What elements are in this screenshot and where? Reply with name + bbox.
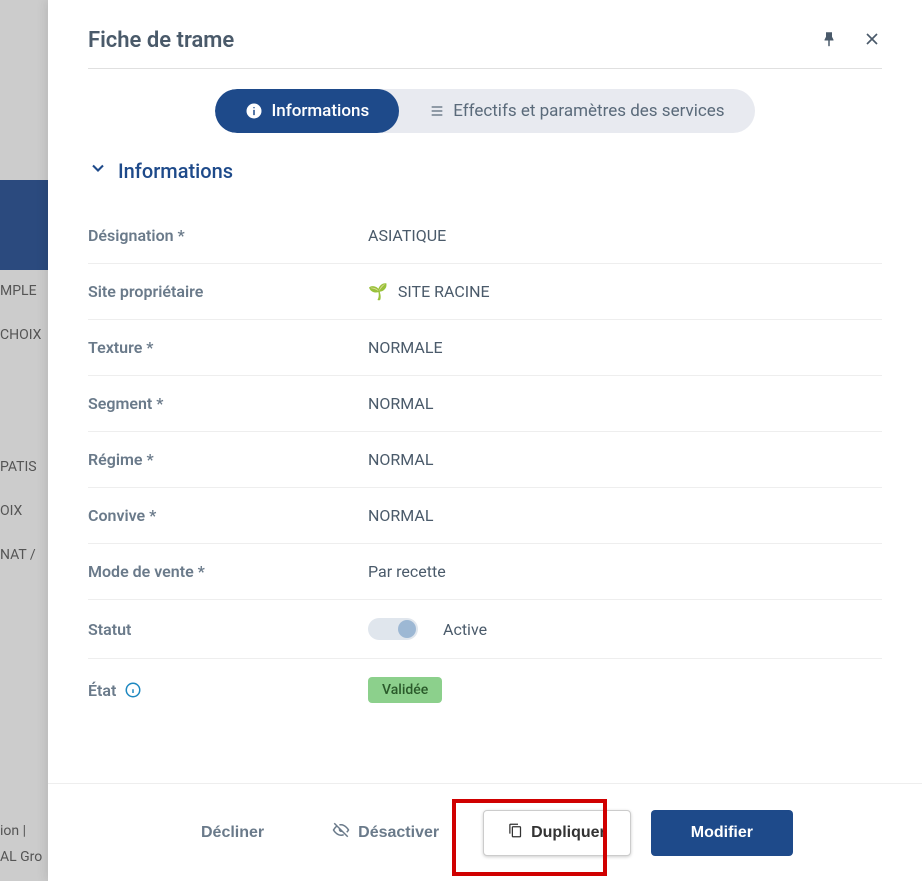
field-statut: Statut Active bbox=[88, 600, 882, 659]
section-informations-header[interactable]: Informations bbox=[88, 158, 882, 183]
tab-informations[interactable]: Informations bbox=[215, 89, 399, 133]
tab-label: Effectifs et paramètres des services bbox=[453, 101, 724, 121]
section-title: Informations bbox=[118, 159, 233, 183]
decline-button[interactable]: Décliner bbox=[177, 812, 288, 854]
info-icon[interactable] bbox=[124, 681, 142, 699]
bg-list-item: CHOIX bbox=[0, 327, 41, 343]
status-badge: Validée bbox=[368, 677, 442, 703]
modal-title: Fiche de trame bbox=[88, 28, 234, 53]
tab-label: Informations bbox=[271, 101, 369, 121]
eye-off-icon bbox=[332, 821, 350, 844]
field-value: NORMAL bbox=[368, 506, 433, 525]
modal-footer: Décliner Désactiver Dupliquer Modifier bbox=[48, 783, 922, 881]
bg-list-item: OIX bbox=[0, 503, 22, 519]
field-label: Désignation * bbox=[88, 226, 368, 245]
modal-header: Fiche de trame bbox=[48, 0, 922, 68]
field-label: Segment * bbox=[88, 394, 368, 413]
field-value: ASIATIQUE bbox=[368, 226, 446, 245]
tab-effectifs[interactable]: Effectifs et paramètres des services bbox=[399, 89, 754, 133]
field-convive: Convive * NORMAL bbox=[88, 488, 882, 544]
deactivate-button[interactable]: Désactiver bbox=[308, 809, 463, 856]
field-site-proprietaire: Site propriétaire 🌱 SITE RACINE bbox=[88, 264, 882, 320]
duplicate-button[interactable]: Dupliquer bbox=[483, 810, 631, 856]
info-icon bbox=[245, 102, 263, 120]
seedling-icon: 🌱 bbox=[368, 282, 388, 301]
statut-toggle[interactable] bbox=[368, 618, 418, 640]
field-label: Statut bbox=[88, 620, 368, 639]
chevron-down-icon bbox=[88, 158, 108, 183]
modify-button[interactable]: Modifier bbox=[651, 810, 793, 856]
bg-list-item: NAT / bbox=[0, 547, 36, 563]
copy-icon bbox=[508, 823, 523, 843]
fiche-trame-modal: Fiche de trame Informations Effect bbox=[48, 0, 922, 881]
field-label: État bbox=[88, 681, 116, 700]
field-etat: État Validée bbox=[88, 659, 882, 721]
field-texture: Texture * NORMALE bbox=[88, 320, 882, 376]
field-label: Régime * bbox=[88, 450, 368, 469]
field-value: NORMAL bbox=[368, 394, 433, 413]
field-regime: Régime * NORMAL bbox=[88, 432, 882, 488]
close-icon[interactable] bbox=[862, 29, 882, 53]
bg-list-item: PATIS bbox=[0, 459, 37, 475]
field-label: Mode de vente * bbox=[88, 562, 368, 581]
field-value: SITE RACINE bbox=[398, 282, 490, 301]
field-value: Par recette bbox=[368, 562, 446, 581]
field-value: NORMALE bbox=[368, 338, 443, 357]
list-icon bbox=[429, 103, 445, 119]
field-designation: Désignation * ASIATIQUE bbox=[88, 208, 882, 264]
modal-content-scroll[interactable]: Informations Désignation * ASIATIQUE Sit… bbox=[48, 158, 922, 783]
bg-footer: ion | bbox=[0, 823, 26, 839]
field-mode-vente: Mode de vente * Par recette bbox=[88, 544, 882, 600]
field-label: Texture * bbox=[88, 338, 368, 357]
field-segment: Segment * NORMAL bbox=[88, 376, 882, 432]
pin-icon[interactable] bbox=[820, 30, 838, 52]
field-value: NORMAL bbox=[368, 450, 433, 469]
bg-footer: AL Gro bbox=[0, 849, 42, 865]
field-label: Convive * bbox=[88, 506, 368, 525]
bg-list-item: MPLE bbox=[0, 283, 37, 299]
tabs-container: Informations Effectifs et paramètres des… bbox=[215, 89, 754, 133]
field-value: Active bbox=[443, 620, 487, 639]
field-label: Site propriétaire bbox=[88, 282, 368, 301]
